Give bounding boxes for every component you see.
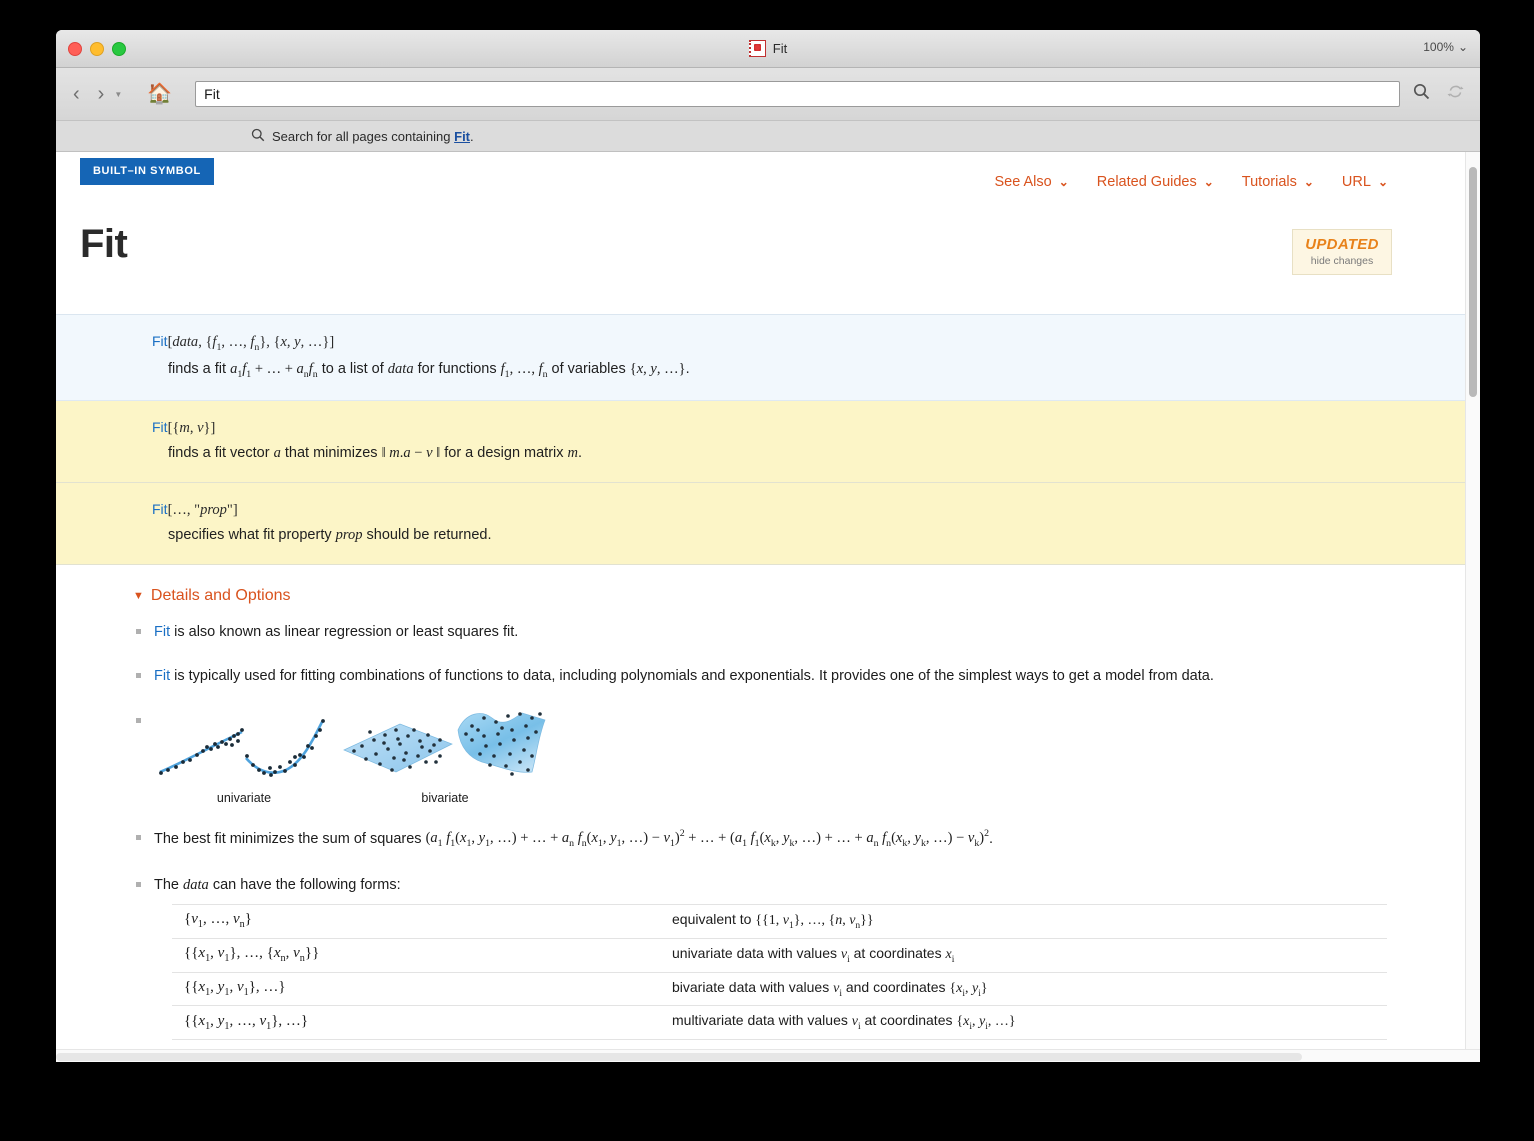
page-title-row: Fit UPDATED hide changes <box>56 214 1466 315</box>
application-window: Fit 100% ⌄ ‹ › ▼ 🏠 Fit Search for all pa… <box>56 30 1480 1062</box>
home-icon[interactable]: 🏠 <box>142 82 177 106</box>
figure-univariate: univariate <box>154 710 334 809</box>
search-input[interactable]: Fit <box>195 81 1400 107</box>
symbol-link[interactable]: Fit <box>152 419 168 435</box>
figure-caption: bivariate <box>421 791 469 806</box>
nav-label: Tutorials <box>1241 174 1297 190</box>
document-nav: See Also ⌄ Related Guides ⌄ Tutorials ⌄ <box>994 174 1438 190</box>
usage-signature: Fit[…, "prop"] <box>152 500 238 518</box>
horizontal-scrollbar-thumb[interactable] <box>56 1053 1302 1061</box>
usage-signature: Fit[{m, v}] <box>152 418 216 436</box>
nav-label: See Also <box>994 174 1052 190</box>
page-viewport: BUILT–IN SYMBOL See Also ⌄ Related Guide… <box>56 152 1480 1062</box>
usage-block: Fit[data, {f1, …, fn}, {x, y, …}] finds … <box>56 315 1466 401</box>
table-row: {v1, …, vn} equivalent to {{1, v1}, …, {… <box>172 904 1387 939</box>
symbol-link[interactable]: Fit <box>152 333 168 349</box>
data-form-cell: {{x1, y1, v1}, …} <box>172 972 668 1007</box>
search-suggestion-row[interactable]: Search for all pages containing Fit. <box>56 121 1480 152</box>
data-forms-table: {v1, …, vn} equivalent to {{1, v1}, …, {… <box>172 904 1387 1041</box>
usage-signature: Fit[data, {f1, …, fn}, {x, y, …}] <box>152 333 335 353</box>
vertical-scrollbar[interactable] <box>1465 152 1480 1050</box>
details-bullet-list: Fit is also known as linear regression o… <box>136 621 1438 896</box>
search-suggestion-text: Search for all pages containing Fit. <box>272 128 474 144</box>
symbol-link[interactable]: Fit <box>154 624 170 640</box>
back-arrow-icon[interactable]: ‹ <box>68 82 85 106</box>
bullet-item: Fit is also known as linear regression o… <box>136 621 1438 643</box>
zoom-level-value: 100% <box>1423 40 1454 54</box>
wolfram-notebook-icon <box>748 40 766 57</box>
forward-arrow-icon[interactable]: › <box>93 82 110 106</box>
minimize-button[interactable] <box>90 42 104 56</box>
chevron-down-icon: ⌄ <box>1303 175 1314 189</box>
usage-block: Fit[…, "prop"] specifies what fit proper… <box>56 482 1466 565</box>
chevron-down-icon: ⌄ <box>1203 175 1214 189</box>
search-suggestion-link[interactable]: Fit <box>454 129 470 144</box>
nav-label: Related Guides <box>1096 174 1197 190</box>
nav-item-related-guides[interactable]: Related Guides ⌄ <box>1097 174 1214 190</box>
updated-badge-title: UPDATED <box>1305 236 1379 253</box>
details-and-options-section: ▼ Details and Options Fit is also known … <box>56 565 1466 1050</box>
table-row: {{x1, y1, v1}, …} bivariate data with va… <box>172 972 1387 1007</box>
window-controls[interactable] <box>68 42 126 56</box>
usage-description: finds a fit vector a that minimizes ‖ m.… <box>168 444 583 461</box>
window-title: Fit <box>772 41 788 56</box>
close-button[interactable] <box>68 42 82 56</box>
bivariate-plot-svg <box>343 711 546 776</box>
data-meaning-cell: bivariate data with values vi and coordi… <box>668 972 1387 1007</box>
bullet-text: is typically used for fitting combinatio… <box>170 668 1214 685</box>
desktop-background: Fit 100% ⌄ ‹ › ▼ 🏠 Fit Search for all pa… <box>0 0 1534 1141</box>
figure-bivariate: bivariate <box>340 710 550 809</box>
chevron-down-icon: ⌄ <box>1377 175 1388 189</box>
table-row: {{x1, v1}, …, {xn, vn}} univariate data … <box>172 938 1387 973</box>
zoom-level-control[interactable]: 100% ⌄ <box>1423 40 1468 54</box>
chevron-down-icon: ⌄ <box>1058 175 1069 189</box>
maximize-button[interactable] <box>112 42 126 56</box>
nav-label: URL <box>1341 174 1371 190</box>
vertical-scrollbar-thumb[interactable] <box>1469 167 1477 397</box>
bullet-item: The best fit minimizes the sum of square… <box>136 827 1438 852</box>
nav-item-url[interactable]: URL ⌄ <box>1342 174 1388 190</box>
usage-block: Fit[{m, v}] finds a fit vector a that mi… <box>56 400 1466 483</box>
data-form-cell: {{x1, y1, …, v1}, …} <box>172 1005 668 1041</box>
hide-changes-link[interactable]: hide changes <box>1301 255 1383 267</box>
data-meaning-cell: univariate data with values vi at coordi… <box>668 938 1387 973</box>
search-input-value: Fit <box>204 86 220 102</box>
symbol-link[interactable]: Fit <box>154 668 170 684</box>
triangle-down-icon: ▼ <box>133 589 144 602</box>
window-title-group: Fit <box>56 30 1480 67</box>
details-section-header[interactable]: ▼ Details and Options <box>133 587 1438 605</box>
browser-toolbar: ‹ › ▼ 🏠 Fit <box>56 68 1480 121</box>
search-icon[interactable] <box>1408 83 1434 105</box>
nav-item-tutorials[interactable]: Tutorials ⌄ <box>1242 174 1314 190</box>
nav-item-see-also[interactable]: See Also ⌄ <box>994 174 1068 190</box>
window-titlebar: Fit 100% ⌄ <box>56 30 1480 68</box>
details-section-title: Details and Options <box>150 586 291 604</box>
data-form-cell: {v1, …, vn} <box>172 904 668 939</box>
data-meaning-cell: equivalent to {{1, v1}, …, {n, vn}} <box>668 904 1387 939</box>
figure-caption: univariate <box>216 791 272 806</box>
search-icon <box>251 128 265 145</box>
refresh-icon[interactable] <box>1442 83 1468 105</box>
chevron-down-icon: ⌄ <box>1457 40 1468 54</box>
page-title: Fit <box>80 222 128 266</box>
symbol-link[interactable]: Fit <box>152 501 168 517</box>
illustration-figure: univariate bivariate <box>136 710 1438 809</box>
figure-row: univariate bivariate <box>154 710 1438 809</box>
built-in-symbol-badge: BUILT–IN SYMBOL <box>80 158 214 185</box>
bullet-item: Fit is typically used for fitting combin… <box>136 665 1438 687</box>
data-meaning-cell: multivariate data with values vi at coor… <box>668 1005 1387 1041</box>
univariate-plot-svg <box>159 718 325 777</box>
document-header: BUILT–IN SYMBOL See Also ⌄ Related Guide… <box>56 152 1466 214</box>
usage-description: specifies what fit property prop should … <box>168 526 492 543</box>
horizontal-scrollbar[interactable] <box>56 1049 1480 1062</box>
bullet-text: is also known as linear regression or le… <box>170 623 519 640</box>
document-content: BUILT–IN SYMBOL See Also ⌄ Related Guide… <box>56 152 1466 1050</box>
usage-description: finds a fit a1f1 + … + anfn to a list of… <box>168 360 690 380</box>
data-form-cell: {{x1, v1}, …, {xn, vn}} <box>172 938 668 973</box>
bullet-item: The data can have the following forms: <box>136 874 1438 896</box>
history-chevron-down-icon[interactable]: ▼ <box>114 90 122 99</box>
updated-badge[interactable]: UPDATED hide changes <box>1292 229 1392 275</box>
table-row: {{x1, y1, …, v1}, …} multivariate data w… <box>172 1005 1387 1041</box>
